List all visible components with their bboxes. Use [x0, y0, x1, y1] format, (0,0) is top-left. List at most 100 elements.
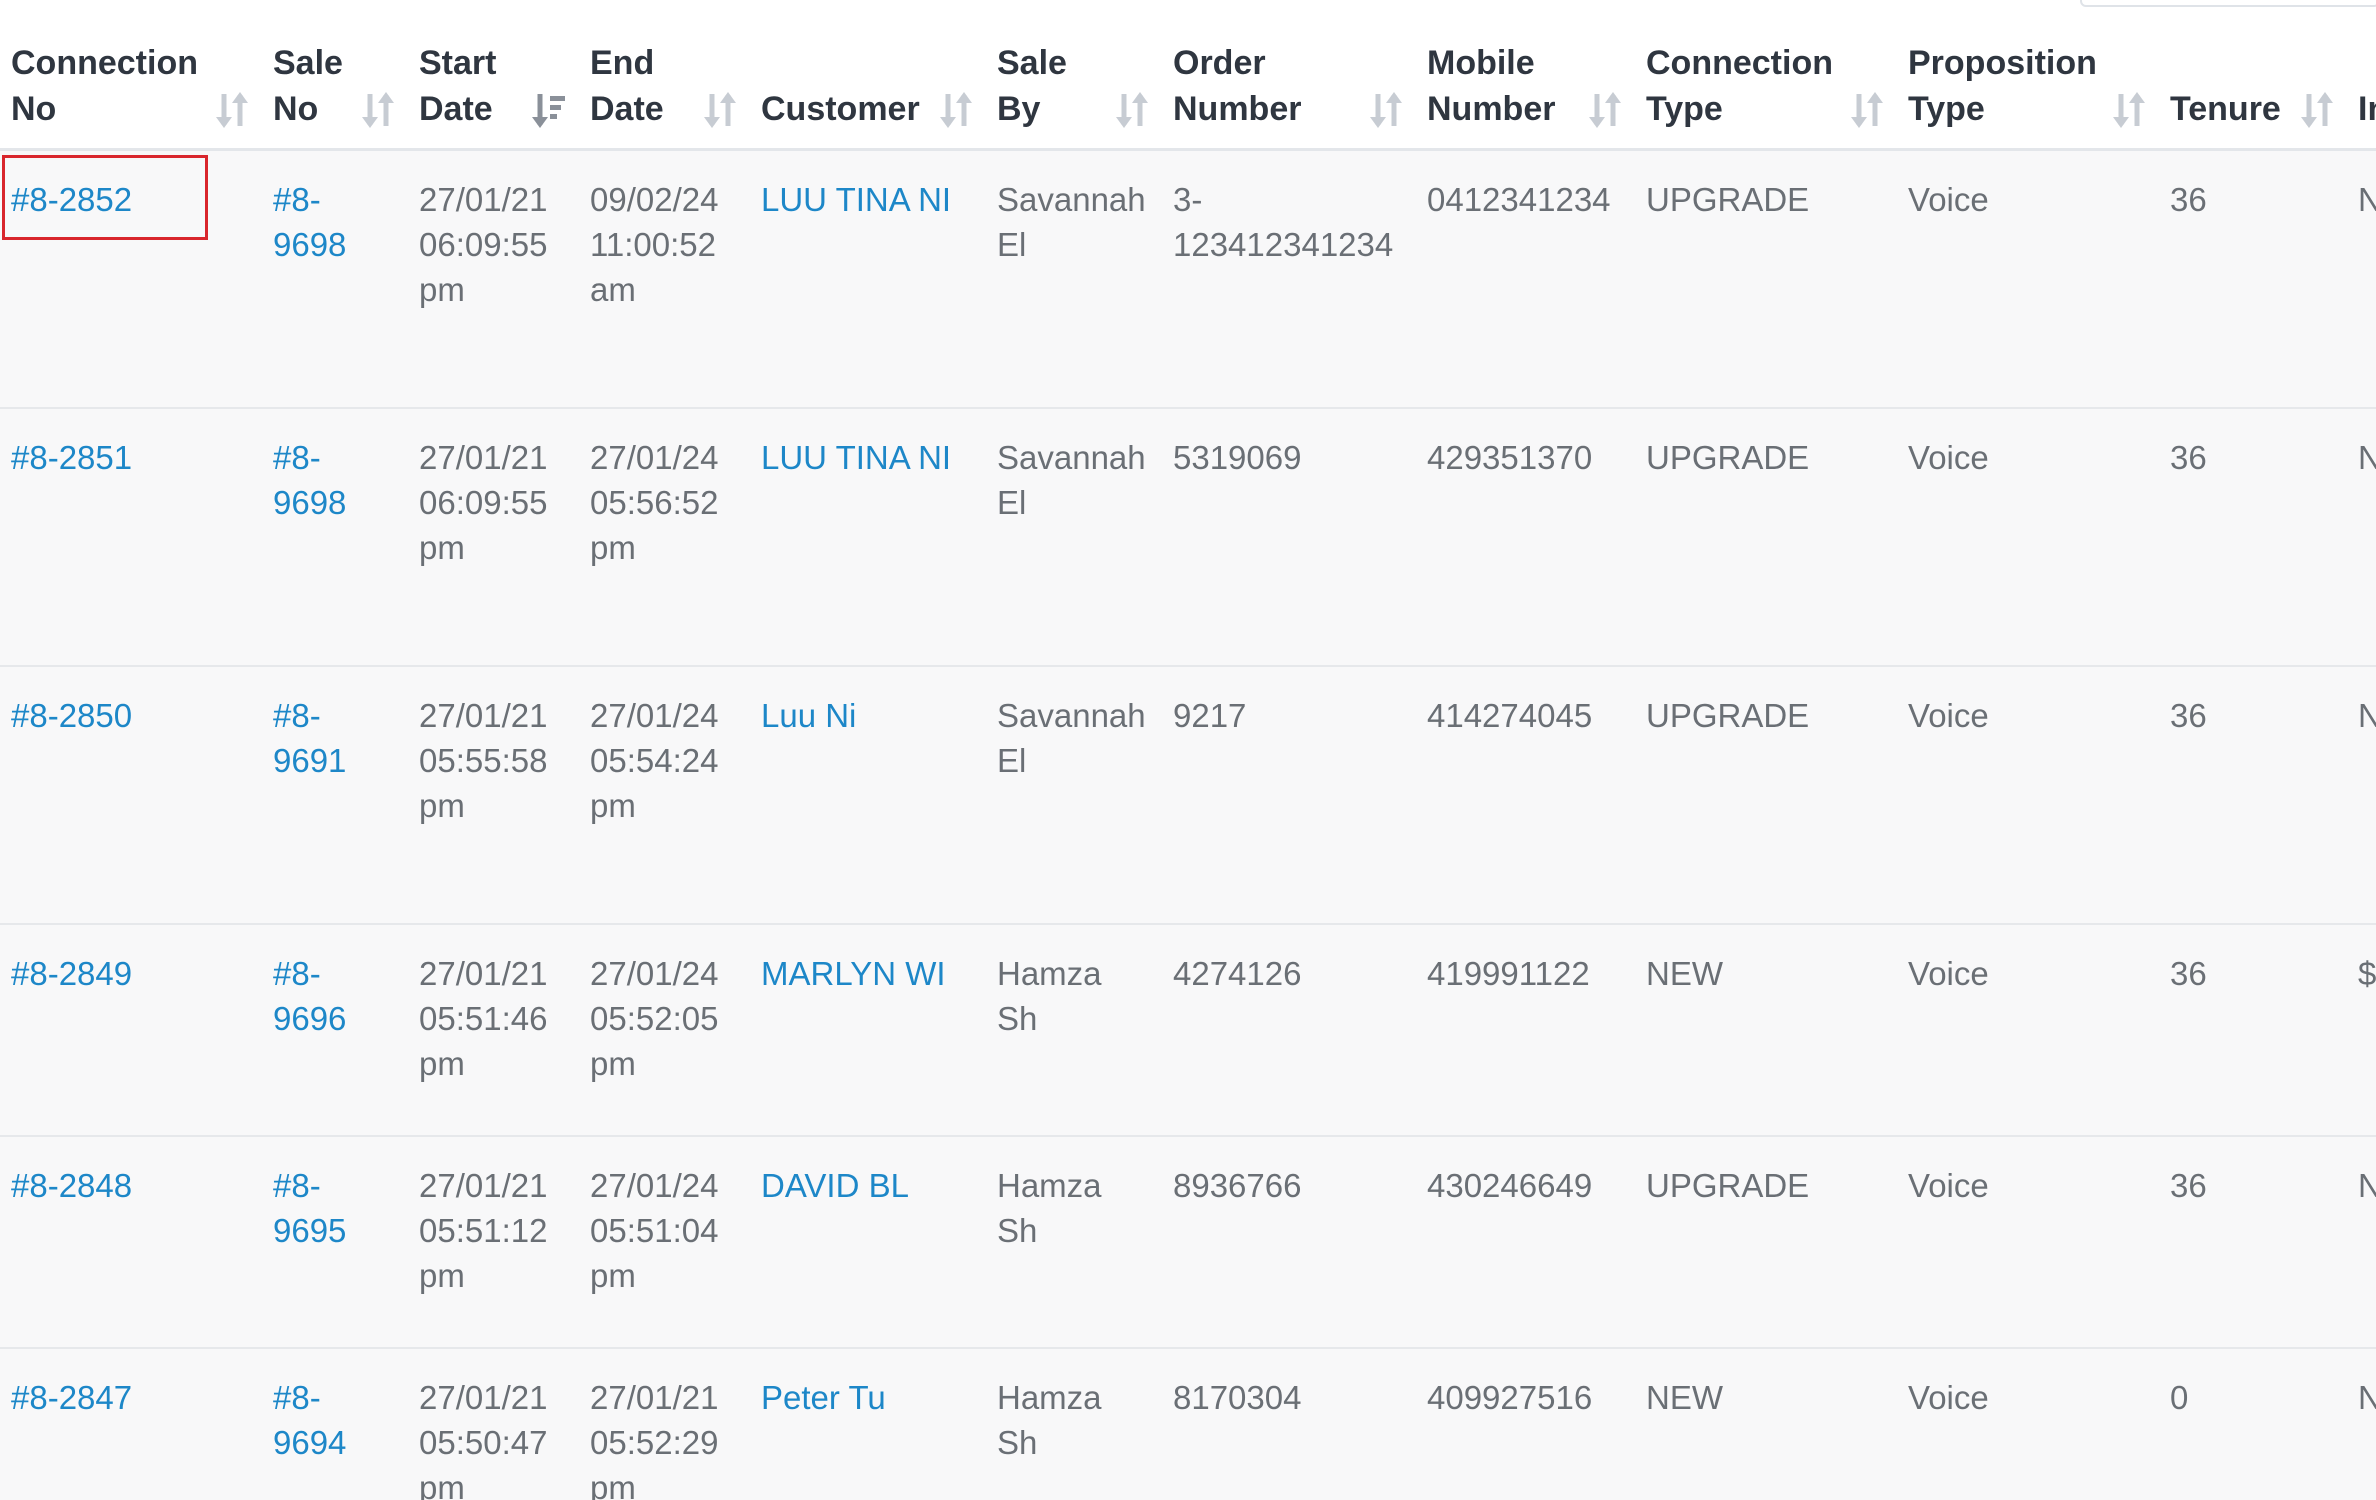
column-header-label: Sale: [273, 44, 343, 82]
tenure-value: 36: [2170, 181, 2207, 218]
end-date-value: 27/01/24 05:52:05 pm: [590, 954, 719, 1082]
column-header-label: Sale: [997, 44, 1067, 82]
search-input[interactable]: [2080, 0, 2376, 7]
table-row[interactable]: #8-2848 #8- 9695 27/01/21 05:51:12 pm 27/01…: [0, 1135, 2376, 1349]
column-header-start-date[interactable]: Start Date: [408, 40, 579, 151]
cell-proposition-type: Voice: [1897, 1347, 2159, 1500]
sort-icon[interactable]: [214, 90, 250, 130]
column-header-end-date[interactable]: End Date: [579, 40, 750, 151]
sort-icon[interactable]: [1368, 90, 1404, 130]
sale-no-link[interactable]: #8- 9698: [273, 439, 346, 521]
sort-icon[interactable]: [1114, 90, 1150, 130]
cell-sale-no[interactable]: #8- 9698: [262, 407, 408, 667]
cell-connection-no[interactable]: #8-2850: [0, 665, 262, 925]
cell-connection-no[interactable]: #8-2852: [0, 149, 262, 409]
sort-icon[interactable]: [2111, 90, 2147, 130]
sale-by-value: Hamza Sh: [997, 1378, 1102, 1461]
cell-order-number: 4274126: [1162, 923, 1416, 1137]
sale-no-link[interactable]: #8- 9695: [273, 1167, 346, 1249]
column-header-label: In: [2358, 90, 2376, 128]
cell-sale-no[interactable]: #8- 9698: [262, 149, 408, 409]
cell-customer[interactable]: LUU TINA NI: [750, 407, 986, 667]
cell-start-date: 27/01/21 05:51:46 pm: [408, 923, 579, 1137]
sort-icon[interactable]: [702, 90, 738, 130]
customer-link[interactable]: MARLYN WI: [761, 955, 946, 992]
cell-tenure: 36: [2159, 923, 2347, 1137]
table-row[interactable]: #8-2850 #8- 9691 27/01/21 05:55:58 pm 27/01…: [0, 665, 2376, 925]
cell-end-date: 27/01/24 05:54:24 pm: [579, 665, 750, 925]
cell-end-date: 27/01/21 05:52:29 pm: [579, 1347, 750, 1500]
connection-no-link[interactable]: #8-2847: [11, 1379, 132, 1416]
end-date-value: 27/01/24 05:51:04 pm: [590, 1166, 719, 1294]
sort-desc-icon[interactable]: [531, 90, 567, 130]
connection-type-value: NEW: [1646, 954, 1723, 992]
column-header-connection-no[interactable]: Connection No: [0, 40, 262, 151]
column-header-label: [761, 40, 974, 86]
column-header-label: Mobile: [1427, 44, 1535, 82]
column-header-sale-no[interactable]: Sale No: [262, 40, 408, 151]
customer-link[interactable]: LUU TINA NI: [761, 181, 951, 218]
cell-sale-no[interactable]: #8- 9696: [262, 923, 408, 1137]
cell-connection-type: UPGRADE: [1635, 1135, 1897, 1349]
table-row[interactable]: #8-2849 #8- 9696 27/01/21 05:51:46 pm 27/01…: [0, 923, 2376, 1137]
column-header-proposition-type[interactable]: Proposition Type: [1897, 40, 2159, 151]
table-row[interactable]: #8-2851 #8- 9698 27/01/21 06:09:55 pm 27/01…: [0, 407, 2376, 667]
column-header-sale-by[interactable]: Sale By: [986, 40, 1162, 151]
tenure-value: 36: [2170, 954, 2207, 992]
sale-no-link[interactable]: #8- 9696: [273, 955, 346, 1037]
cell-customer[interactable]: MARLYN WI: [750, 923, 986, 1137]
sort-icon[interactable]: [938, 90, 974, 130]
column-header-customer[interactable]: Customer: [750, 40, 986, 151]
table-row[interactable]: #8-2847 #8- 9694 27/01/21 05:50:47 pm 27/01…: [0, 1347, 2376, 1500]
sale-no-link[interactable]: #8- 9691: [273, 697, 346, 779]
cell-end-date: 27/01/24 05:56:52 pm: [579, 407, 750, 667]
cell-connection-no[interactable]: #8-2849: [0, 923, 262, 1137]
cell-order-number: 8170304: [1162, 1347, 1416, 1500]
proposition-type-value: Voice: [1908, 1166, 1989, 1204]
cell-sale-no[interactable]: #8- 9694: [262, 1347, 408, 1500]
sort-icon[interactable]: [2299, 90, 2335, 130]
sort-icon[interactable]: [1849, 90, 1885, 130]
connection-no-link[interactable]: #8-2850: [11, 697, 132, 734]
column-header-order-number[interactable]: Order Number: [1162, 40, 1416, 151]
table-row[interactable]: #8-2852 #8- 9698 27/01/21 06:09:55 pm 09/02…: [0, 149, 2376, 409]
cell-customer[interactable]: LUU TINA NI: [750, 149, 986, 409]
connection-no-link[interactable]: #8-2851: [11, 439, 132, 476]
sort-icon[interactable]: [360, 90, 396, 130]
cell-proposition-type: Voice: [1897, 407, 2159, 667]
sale-no-link[interactable]: #8- 9694: [273, 1379, 346, 1461]
column-header-connection-type[interactable]: Connection Type: [1635, 40, 1897, 151]
start-date-value: 27/01/21 05:50:47 pm: [419, 1378, 548, 1500]
customer-link[interactable]: Peter Tu: [761, 1379, 886, 1416]
order-number-value: 5319069: [1173, 438, 1302, 476]
cell-sale-no[interactable]: #8- 9691: [262, 665, 408, 925]
sale-no-link[interactable]: #8- 9698: [273, 181, 346, 263]
sort-icon[interactable]: [1587, 90, 1623, 130]
cell-start-date: 27/01/21 05:50:47 pm: [408, 1347, 579, 1500]
customer-link[interactable]: DAVID BL: [761, 1167, 909, 1204]
cell-customer[interactable]: DAVID BL: [750, 1135, 986, 1349]
connection-no-link[interactable]: #8-2852: [11, 181, 132, 218]
cell-proposition-type: Voice: [1897, 1135, 2159, 1349]
cell-connection-no[interactable]: #8-2851: [0, 407, 262, 667]
tenure-value: 36: [2170, 1166, 2207, 1204]
cell-customer[interactable]: Luu Ni: [750, 665, 986, 925]
column-header-mobile-number[interactable]: Mobile Number: [1416, 40, 1635, 151]
connection-no-link[interactable]: #8-2849: [11, 955, 132, 992]
column-header-tenure[interactable]: Tenure: [2159, 40, 2347, 151]
cell-connection-no[interactable]: #8-2847: [0, 1347, 262, 1500]
customer-link[interactable]: Luu Ni: [761, 697, 856, 734]
cell-connection-no[interactable]: #8-2848: [0, 1135, 262, 1349]
customer-link[interactable]: LUU TINA NI: [761, 439, 951, 476]
connection-no-link[interactable]: #8-2848: [11, 1167, 132, 1204]
cell-sale-by: Hamza Sh: [986, 1347, 1162, 1500]
start-date-value: 27/01/21 05:51:12 pm: [419, 1166, 548, 1294]
sale-by-value: Savannah El: [997, 181, 1146, 263]
cell-end-date: 27/01/24 05:51:04 pm: [579, 1135, 750, 1349]
cell-order-number: 5319069: [1162, 407, 1416, 667]
cell-sale-no[interactable]: #8- 9695: [262, 1135, 408, 1349]
cell-customer[interactable]: Peter Tu: [750, 1347, 986, 1500]
column-header-extra[interactable]: In: [2347, 40, 2376, 151]
cell-tenure: 0: [2159, 1347, 2347, 1500]
sale-by-value: Hamza Sh: [997, 1166, 1102, 1249]
